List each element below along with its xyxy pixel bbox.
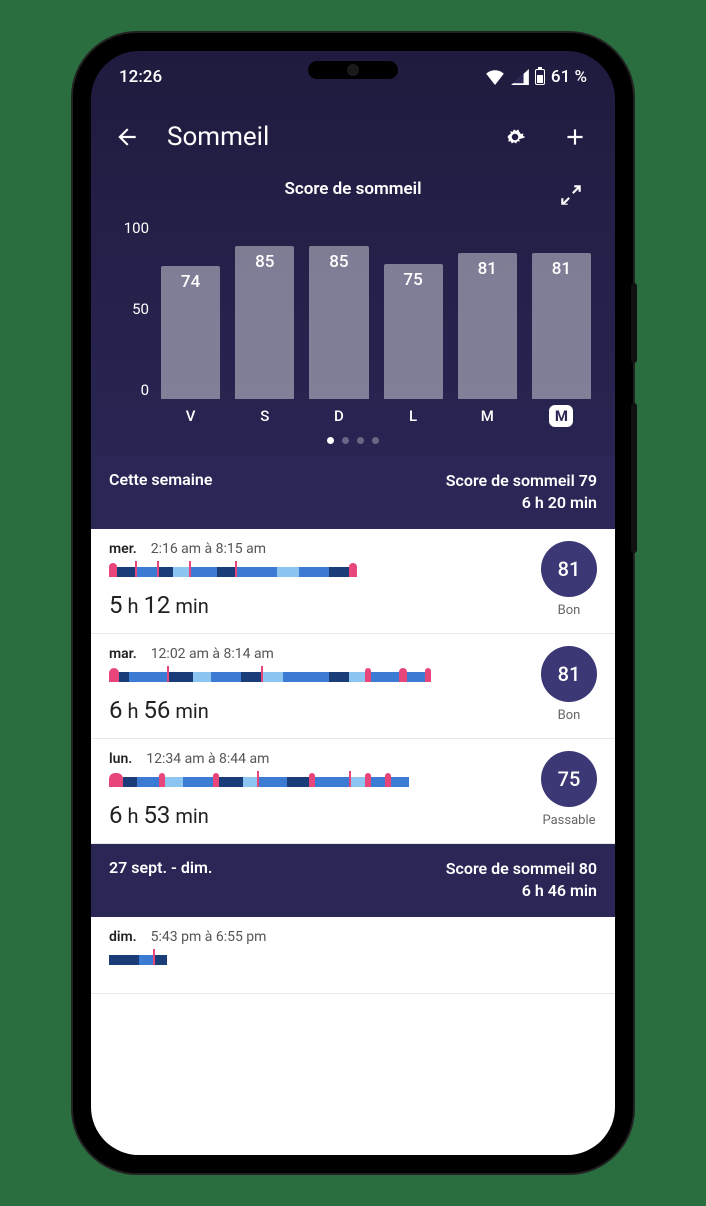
week-duration: 6 h 46 min <box>446 880 597 902</box>
week-header-previous: 27 sept. - dim. Score de sommeil 80 6 h … <box>91 844 615 917</box>
chart-bar[interactable]: 81 M <box>532 253 591 427</box>
entry-day: lun. <box>109 751 132 767</box>
entry-duration: 6 h 56 min <box>109 696 525 724</box>
sleep-entry[interactable]: lun. 12:34 am à 8:44 am 6 h 53 min 75 Passab… <box>91 739 615 844</box>
ytick: 0 <box>111 381 149 399</box>
score-quality: Bon <box>558 708 581 723</box>
entry-range: 2:16 am à 8:15 am <box>151 541 266 557</box>
score-badge: 81 <box>541 541 597 597</box>
week-header-current: Cette semaine Score de sommeil 79 6 h 20… <box>91 456 615 529</box>
back-button[interactable] <box>107 117 147 157</box>
bar-label: M <box>549 405 573 427</box>
chart-bar[interactable]: 81 M <box>458 253 517 427</box>
status-time: 12:26 <box>119 67 162 87</box>
phone-frame: 12:26 61 % Sommeil Score de sommeil <box>73 33 633 1173</box>
bar-label: M <box>475 405 499 427</box>
signal-icon <box>511 69 529 85</box>
hypnogram <box>109 951 169 969</box>
bar-label: L <box>401 405 425 427</box>
entry-day: dim. <box>109 929 137 945</box>
bar-value: 85 <box>329 252 348 272</box>
chart-bar[interactable]: 74 V <box>161 266 220 427</box>
chart-title: Score de sommeil <box>284 179 421 199</box>
week-duration: 6 h 20 min <box>446 492 597 514</box>
chart-bar[interactable]: 85 D <box>309 246 368 427</box>
bar-value: 81 <box>478 259 497 279</box>
hypnogram <box>109 773 525 791</box>
expand-button[interactable] <box>551 175 591 215</box>
arrow-left-icon <box>114 124 140 150</box>
wifi-icon <box>485 69 505 85</box>
entry-duration: 5 h 12 min <box>109 591 525 619</box>
score-quality: Passable <box>542 813 595 828</box>
power-button <box>631 403 637 553</box>
pager-dot[interactable] <box>342 437 349 444</box>
phone-notch <box>308 61 398 79</box>
status-icons: 61 % <box>485 67 587 87</box>
y-axis: 100 50 0 <box>111 217 157 427</box>
entry-range: 5:43 pm à 6:55 pm <box>151 929 267 945</box>
battery-percent: 61 % <box>551 67 587 87</box>
sleep-entry[interactable]: dim. 5:43 pm à 6:55 pm <box>91 917 615 994</box>
score-badge: 81 <box>541 646 597 702</box>
pager-dot[interactable] <box>327 437 334 444</box>
plus-icon <box>562 124 588 150</box>
chart-bar[interactable]: 85 S <box>235 246 294 427</box>
chart-area[interactable]: 100 50 0 74 V 85 S 85 D 75 L 81 M 81 M <box>111 217 595 427</box>
app-bar: Sommeil <box>91 103 615 171</box>
bar-label: V <box>179 405 203 427</box>
pager-dots[interactable] <box>111 427 595 450</box>
bar-value: 81 <box>552 259 571 279</box>
bars-container: 74 V 85 S 85 D 75 L 81 M 81 M <box>157 217 595 427</box>
hypnogram <box>109 563 525 581</box>
ytick: 100 <box>111 219 149 237</box>
sleep-entry[interactable]: mar. 12:02 am à 8:14 am 6 h 56 min 81 Bon <box>91 634 615 739</box>
entry-duration: 6 h 53 min <box>109 801 525 829</box>
app-screen: 12:26 61 % Sommeil Score de sommeil <box>91 51 615 1155</box>
week-score: Score de sommeil 79 <box>446 470 597 492</box>
battery-icon <box>535 69 545 85</box>
expand-icon <box>558 182 584 208</box>
chart-section: Score de sommeil 100 50 0 74 V 85 S 85 D 75 L 81… <box>91 171 615 456</box>
entry-range: 12:02 am à 8:14 am <box>151 646 274 662</box>
week-score: Score de sommeil 80 <box>446 858 597 880</box>
entry-day: mer. <box>109 541 137 557</box>
hypnogram <box>109 668 525 686</box>
page-title: Sommeil <box>167 122 475 152</box>
week-label: Cette semaine <box>109 470 212 515</box>
chart-bar[interactable]: 75 L <box>384 264 443 427</box>
bar-value: 74 <box>181 272 200 292</box>
bar-label: D <box>327 405 351 427</box>
add-button[interactable] <box>555 117 595 157</box>
bar-value: 85 <box>255 252 274 272</box>
gear-icon <box>502 124 528 150</box>
pager-dot[interactable] <box>357 437 364 444</box>
sleep-entry[interactable]: mer. 2:16 am à 8:15 am 5 h 12 min 81 Bon <box>91 529 615 634</box>
sleep-list[interactable]: mer.2:16 am à 8:15 am5 h 12 min81Bonmar.… <box>91 529 615 1155</box>
volume-button <box>631 283 637 363</box>
ytick: 50 <box>111 300 149 318</box>
pager-dot[interactable] <box>372 437 379 444</box>
entry-day: mar. <box>109 646 137 662</box>
week-label: 27 sept. - dim. <box>109 858 212 903</box>
entry-range: 12:34 am à 8:44 am <box>146 751 269 767</box>
score-quality: Bon <box>558 603 581 618</box>
bar-label: S <box>253 405 277 427</box>
settings-button[interactable] <box>495 117 535 157</box>
score-badge: 75 <box>541 751 597 807</box>
bar-value: 75 <box>403 270 422 290</box>
